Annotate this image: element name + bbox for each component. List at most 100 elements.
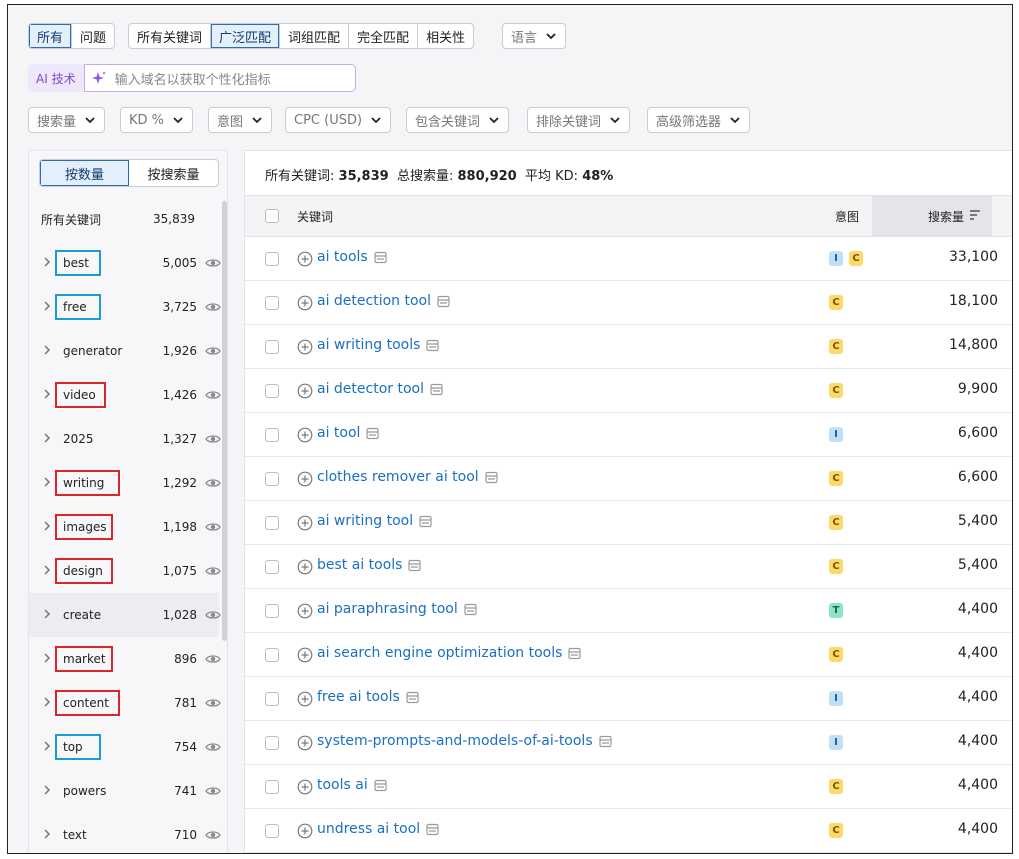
keyword-link[interactable]: ai writing tools: [317, 337, 440, 353]
serp-icon[interactable]: [430, 383, 443, 396]
group-item-generator[interactable]: generator 1,926: [29, 329, 221, 373]
group-all-keywords[interactable]: 所有关键词 35,839: [29, 197, 219, 241]
group-item-create[interactable]: create 1,028: [29, 593, 221, 637]
filter-advanced[interactable]: 高级筛选器: [647, 107, 751, 133]
serp-icon[interactable]: [426, 823, 439, 836]
eye-icon[interactable]: [205, 387, 221, 403]
serp-icon[interactable]: [599, 735, 612, 748]
row-checkbox[interactable]: [265, 824, 279, 838]
add-to-list-icon[interactable]: [297, 779, 313, 795]
row-checkbox[interactable]: [265, 692, 279, 706]
keyword-link[interactable]: clothes remover ai tool: [317, 469, 498, 485]
add-to-list-icon[interactable]: [297, 647, 313, 663]
group-item-powers[interactable]: powers 741: [29, 769, 221, 813]
chevron-right-icon[interactable]: [43, 300, 53, 314]
keyword-link[interactable]: ai tools: [317, 249, 387, 265]
chevron-right-icon[interactable]: [43, 520, 53, 534]
column-volume[interactable]: 搜索量: [928, 208, 964, 225]
sort-by-count[interactable]: 按数量: [40, 160, 129, 186]
eye-icon[interactable]: [205, 695, 221, 711]
keyword-link[interactable]: tools ai: [317, 777, 387, 793]
row-checkbox[interactable]: [265, 780, 279, 794]
keyword-link[interactable]: ai detection tool: [317, 293, 450, 309]
chevron-right-icon[interactable]: [43, 608, 53, 622]
eye-icon[interactable]: [205, 783, 221, 799]
column-keyword[interactable]: 关键词: [297, 208, 333, 225]
chevron-right-icon[interactable]: [43, 652, 53, 666]
serp-icon[interactable]: [426, 339, 440, 352]
serp-icon[interactable]: [374, 779, 387, 792]
tab-all[interactable]: 所有: [29, 24, 73, 48]
keyword-link[interactable]: ai search engine optimization tools: [317, 645, 582, 661]
keyword-link[interactable]: system-prompts-and-models-of-ai-tools: [317, 733, 612, 749]
eye-icon[interactable]: [205, 343, 221, 359]
chevron-right-icon[interactable]: [43, 784, 53, 798]
filter-intent[interactable]: 意图: [208, 107, 273, 133]
row-checkbox[interactable]: [265, 428, 279, 442]
row-checkbox[interactable]: [265, 648, 279, 662]
chevron-right-icon[interactable]: [43, 388, 53, 402]
eye-icon[interactable]: [205, 475, 221, 491]
keyword-link[interactable]: undress ai tool: [317, 821, 439, 837]
chevron-right-icon[interactable]: [43, 740, 53, 754]
add-to-list-icon[interactable]: [297, 295, 313, 311]
tab-broad-match[interactable]: 广泛匹配: [211, 24, 281, 48]
eye-icon[interactable]: [205, 651, 221, 667]
serp-icon[interactable]: [419, 515, 432, 528]
row-checkbox[interactable]: [265, 340, 279, 354]
filter-kd[interactable]: KD %: [120, 107, 194, 133]
filter-volume[interactable]: 搜索量: [28, 107, 106, 133]
group-list-scrollbar[interactable]: [222, 201, 227, 641]
ai-domain-input[interactable]: 输入域名以获取个性化指标: [83, 64, 356, 92]
eye-icon[interactable]: [205, 299, 221, 315]
language-dropdown[interactable]: 语言: [502, 23, 567, 49]
serp-icon[interactable]: [408, 559, 422, 572]
group-item-text[interactable]: text 710: [29, 813, 221, 853]
add-to-list-icon[interactable]: [297, 383, 313, 399]
eye-icon[interactable]: [205, 431, 221, 447]
row-checkbox[interactable]: [265, 604, 279, 618]
sort-icon[interactable]: [969, 209, 981, 224]
row-checkbox[interactable]: [265, 560, 279, 574]
tab-related[interactable]: 相关性: [418, 24, 473, 48]
chevron-right-icon[interactable]: [43, 344, 53, 358]
row-checkbox[interactable]: [265, 516, 279, 530]
chevron-right-icon[interactable]: [43, 828, 53, 842]
group-item-2025[interactable]: 2025 1,327: [29, 417, 221, 461]
add-to-list-icon[interactable]: [297, 735, 313, 751]
column-intent[interactable]: 意图: [835, 208, 859, 225]
add-to-list-icon[interactable]: [297, 603, 313, 619]
row-checkbox[interactable]: [265, 384, 279, 398]
chevron-right-icon[interactable]: [43, 432, 53, 446]
add-to-list-icon[interactable]: [297, 427, 313, 443]
add-to-list-icon[interactable]: [297, 471, 313, 487]
eye-icon[interactable]: [205, 563, 221, 579]
chevron-right-icon[interactable]: [43, 476, 53, 490]
filter-include-keywords[interactable]: 包含关键词: [406, 107, 510, 133]
sort-by-volume[interactable]: 按搜索量: [129, 160, 218, 186]
row-checkbox[interactable]: [265, 296, 279, 310]
row-checkbox[interactable]: [265, 252, 279, 266]
filter-exclude-keywords[interactable]: 排除关键词: [527, 107, 631, 133]
keyword-link[interactable]: free ai tools: [317, 689, 419, 705]
serp-icon[interactable]: [366, 427, 380, 440]
eye-icon[interactable]: [205, 255, 221, 271]
keyword-link[interactable]: ai paraphrasing tool: [317, 601, 477, 617]
row-checkbox[interactable]: [265, 736, 279, 750]
chevron-right-icon[interactable]: [43, 696, 53, 710]
eye-icon[interactable]: [205, 519, 221, 535]
serp-icon[interactable]: [374, 251, 387, 264]
tab-exact-match[interactable]: 完全匹配: [349, 24, 419, 48]
row-checkbox[interactable]: [265, 472, 279, 486]
tab-all-keywords[interactable]: 所有关键词: [129, 24, 212, 48]
keyword-link[interactable]: ai tool: [317, 425, 380, 441]
serp-icon[interactable]: [406, 691, 419, 704]
filter-cpc[interactable]: CPC (USD): [285, 107, 392, 133]
eye-icon[interactable]: [205, 739, 221, 755]
select-all-checkbox[interactable]: [265, 209, 279, 223]
add-to-list-icon[interactable]: [297, 251, 313, 267]
add-to-list-icon[interactable]: [297, 515, 313, 531]
chevron-right-icon[interactable]: [43, 256, 53, 270]
serp-icon[interactable]: [485, 471, 498, 484]
tab-phrase-match[interactable]: 词组匹配: [280, 24, 350, 48]
